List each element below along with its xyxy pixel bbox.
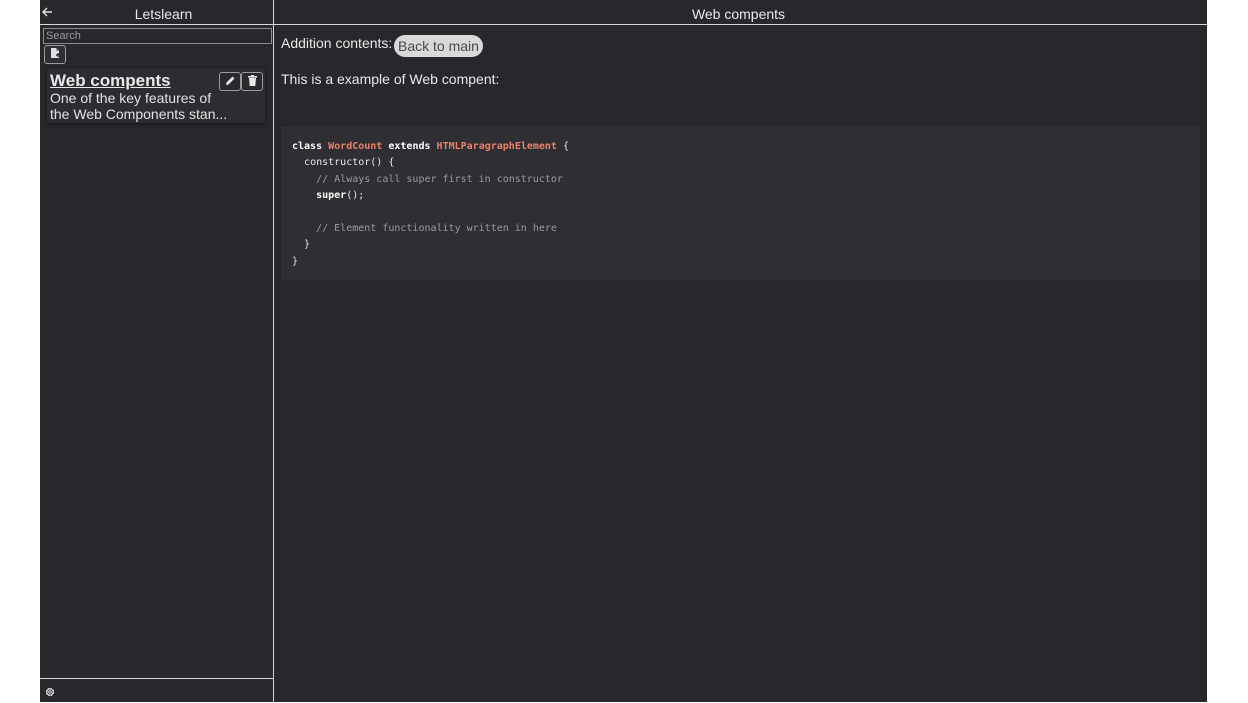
sidebar-header: Letslearn [40, 0, 273, 25]
code-keyword: super [316, 190, 347, 202]
code-block: class WordCount extends HTMLParagraphEle… [281, 127, 1200, 280]
main-content: Web compents Addition contents: Back to … [274, 0, 1207, 702]
sidebar-footer [40, 678, 273, 703]
note-card[interactable]: Web compents One of the key features of … [47, 68, 265, 123]
code-keyword: extends [388, 141, 431, 152]
code-text: constructor() { [304, 157, 395, 169]
new-note-button[interactable] [44, 45, 66, 64]
code-text: { [563, 141, 570, 152]
page-title: Web compents [691, 6, 786, 22]
code-parent-class: HTMLParagraphElement [436, 141, 557, 152]
note-snippet: One of the key features of the Web Compo… [50, 90, 240, 122]
sidebar: Letslearn Web compents One of the key fe… [40, 0, 274, 702]
code-text: } [292, 255, 299, 267]
edit-note-button[interactable] [219, 72, 241, 91]
note-title[interactable]: Web compents [50, 71, 171, 91]
search-input[interactable] [43, 28, 272, 44]
code-comment: // Element functionality written in here [316, 223, 557, 235]
note-snippet-line: the Web Components stan... [50, 106, 228, 122]
pencil-icon [225, 73, 236, 91]
delete-note-button[interactable] [241, 72, 263, 91]
gear-icon[interactable] [44, 685, 56, 697]
trash-icon [247, 73, 257, 91]
note-snippet-line: One of the key features of [50, 90, 212, 106]
addition-contents-label: Addition contents: [281, 35, 393, 51]
new-note-icon [50, 46, 61, 64]
code-comment: // Always call super first in constructo… [316, 173, 563, 185]
back-to-main-button[interactable]: Back to main [394, 35, 483, 57]
code-keyword: class [292, 141, 323, 152]
code-text: (); [346, 190, 365, 202]
app-window: Letslearn Web compents One of the key fe… [40, 0, 1207, 702]
code-class-name: WordCount [328, 141, 383, 152]
code-text: } [304, 239, 311, 251]
main-header: Web compents [274, 0, 1207, 25]
code-content: class WordCount extends HTMLParagraphEle… [292, 139, 569, 270]
app-title: Letslearn [134, 6, 193, 22]
intro-text: This is a example of Web compent: [281, 71, 500, 87]
